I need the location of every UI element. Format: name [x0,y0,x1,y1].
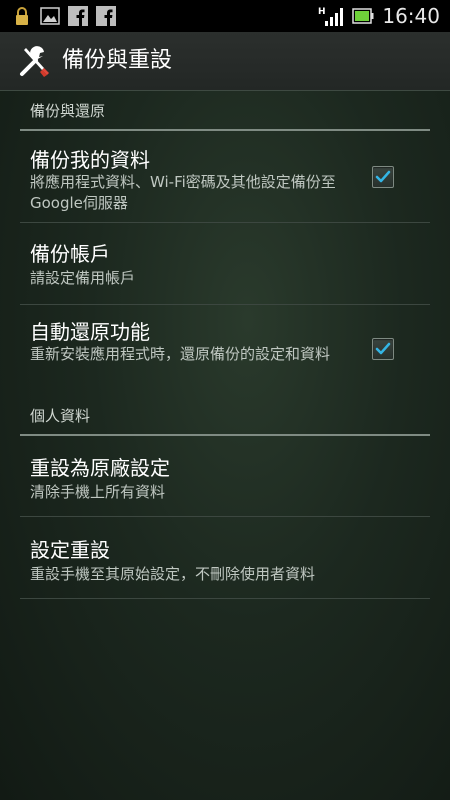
item-title: 備份帳戶 [30,242,110,266]
status-bar: H 16:40 [0,0,450,32]
section-header-label: 個人資料 [30,407,91,425]
image-icon [40,6,60,26]
action-bar: 備份與重設 [0,32,450,91]
item-title: 備份我的資料 [30,148,150,172]
network-type-label: H [318,7,326,17]
automatic-restore-item[interactable]: 自動還原功能 重新安裝應用程式時，還原備份的設定和資料 [20,304,430,398]
clock: 16:40 [382,4,440,28]
hspa-signal-icon: H [318,6,344,26]
lock-icon [12,6,32,26]
backup-account-item[interactable]: 備份帳戶 請設定備用帳戶 [20,222,430,305]
backup-my-data-checkbox[interactable] [372,166,394,188]
system-icons: H 16:40 [318,0,440,32]
automatic-restore-checkbox[interactable] [372,338,394,360]
notification-icons [12,6,116,26]
section-header-label: 備份與還原 [30,102,106,120]
checkmark-icon [375,342,391,355]
item-summary: 將應用程式資料、Wi-Fi密碼及其他設定備份至Google伺服器 [30,173,336,212]
item-summary: 請設定備用帳戶 [30,269,136,287]
wrench-screwdriver-icon [16,44,52,80]
section-header-backup-restore: 備份與還原 [20,93,430,131]
item-title: 設定重設 [30,538,110,562]
section-header-personal-data: 個人資料 [20,398,430,436]
item-summary: 重設手機至其原始設定，不刪除使用者資料 [30,565,316,583]
settings-reset-item[interactable]: 設定重設 重設手機至其原始設定，不刪除使用者資料 [20,516,430,599]
checkmark-icon [375,170,391,183]
facebook-icon [68,6,88,26]
item-summary: 重新安裝應用程式時，還原備份的設定和資料 [30,345,331,363]
item-title: 重設為原廠設定 [30,456,170,480]
facebook-icon [96,6,116,26]
item-summary: 清除手機上所有資料 [30,483,166,501]
factory-data-reset-item[interactable]: 重設為原廠設定 清除手機上所有資料 [20,436,430,517]
page-title: 備份與重設 [62,48,173,73]
item-title: 自動還原功能 [30,320,150,344]
battery-icon [352,6,374,26]
backup-my-data-item[interactable]: 備份我的資料 將應用程式資料、Wi-Fi密碼及其他設定備份至Google伺服器 [20,130,430,223]
